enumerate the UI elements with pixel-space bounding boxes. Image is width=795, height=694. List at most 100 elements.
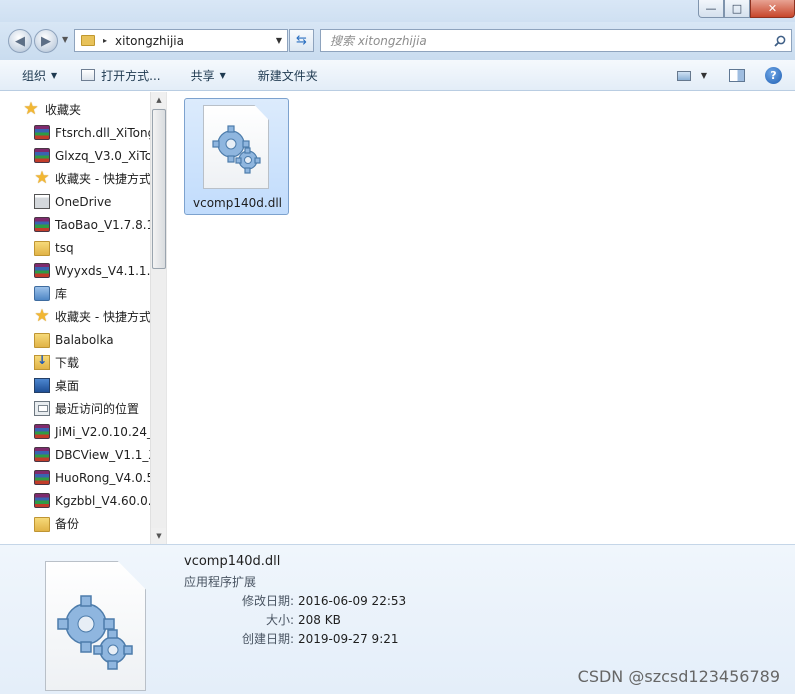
star-icon: ★ [23, 99, 39, 119]
sidebar-item[interactable]: ★ 收藏夹 - 快捷方式 [0, 305, 150, 328]
detail-size-row: 大小: 208 KB [184, 611, 484, 628]
forward-button[interactable]: ▶ [34, 29, 58, 53]
star-icon: ★ [34, 168, 50, 188]
library-icon [34, 286, 50, 301]
breadcrumb-current[interactable]: xitongzhijia [115, 34, 276, 48]
caret-down-icon: ▼ [219, 70, 226, 80]
sidebar-item-label: 收藏夹 - 快捷方式 [55, 310, 150, 324]
file-name-label[interactable]: vcomp140d.dll [185, 196, 290, 210]
detail-modified-label: 修改日期: [241, 594, 294, 608]
application-icon [81, 69, 96, 81]
navigation-bar: ◀ ▶ ▼ ▸ xitongzhijia ▼ ⇆ 搜索 xitongzhijia [0, 22, 795, 60]
organize-button[interactable]: 组织 ▼ [14, 63, 65, 87]
details-pane: vcomp140d.dll 应用程序扩展 修改日期: 2016-06-09 22:… [0, 544, 795, 694]
sidebar-item[interactable]: 备份 [0, 512, 150, 535]
new-folder-label: 新建文件夹 [257, 68, 318, 83]
sidebar-item-label: 库 [55, 287, 68, 301]
detail-modified-value: 2016-06-09 22:53 [298, 594, 407, 608]
file-list-area[interactable]: vcomp140d.dll [166, 92, 795, 544]
sidebar-item[interactable]: Glxzq_V3.0_XiTo [0, 144, 150, 167]
sidebar-item[interactable]: Balabolka [0, 328, 150, 351]
sidebar-item[interactable]: Wyyxds_V4.1.1.1 [0, 259, 150, 282]
maximize-button[interactable]: □ [724, 0, 750, 18]
sidebar-item[interactable]: JiMi_V2.0.10.24_ [0, 420, 150, 443]
caret-down-icon: ▼ [51, 70, 58, 80]
change-view-icon[interactable] [676, 70, 691, 81]
sidebar-item-label: Wyyxds_V4.1.1.1 [55, 263, 150, 278]
winrar-icon [34, 148, 50, 163]
sidebar-item-label: 收藏夹 - 快捷方式 [55, 172, 150, 186]
recent-places-icon [34, 401, 50, 416]
sidebar-item[interactable]: Kgzbbl_V4.60.0.5 [0, 489, 150, 512]
window-controls: — □ ✕ [698, 0, 795, 18]
sidebar-item-partial[interactable] [0, 535, 150, 544]
open-with-label: 打开方式... [101, 68, 161, 83]
winrar-icon [34, 493, 50, 508]
folder-icon [34, 241, 50, 256]
sidebar-item[interactable]: tsq [0, 236, 150, 259]
sidebar-item-label: 桌面 [55, 379, 80, 393]
breadcrumb-separator[interactable]: ▸ [103, 36, 107, 45]
organize-label: 组织 [22, 68, 47, 83]
address-history-dropdown[interactable]: ▼ [276, 36, 282, 45]
sidebar-item[interactable]: 下载 [0, 351, 150, 374]
sidebar-item-label: tsq [55, 240, 74, 255]
detail-file-type: 应用程序扩展 [184, 575, 257, 589]
recent-pages-dropdown[interactable]: ▼ [62, 35, 68, 44]
sidebar-item-label: 收藏夹 [45, 103, 82, 117]
back-button[interactable]: ◀ [8, 29, 32, 53]
sidebar-item-label: Ftsrch.dll_XiTong [55, 125, 150, 140]
scroll-up-arrow-icon[interactable]: ▲ [151, 92, 166, 108]
dll-gear-file-icon [45, 561, 146, 691]
sidebar-item[interactable]: HuoRong_V4.0.5 [0, 466, 150, 489]
sidebar-item-label: DBCView_V1.1_X [55, 447, 150, 462]
sidebar-item[interactable]: 库 [0, 282, 150, 305]
sidebar-item-label: 备份 [55, 517, 80, 531]
open-with-button[interactable]: 打开方式... [73, 63, 168, 87]
refresh-button[interactable]: ⇆ [289, 29, 314, 52]
sidebar-item[interactable]: DBCView_V1.1_X [0, 443, 150, 466]
sidebar-item[interactable]: OneDrive [0, 190, 150, 213]
winrar-icon [34, 125, 50, 140]
view-controls: ▼ ? [676, 60, 795, 91]
address-bar[interactable]: ▸ xitongzhijia ▼ [74, 29, 288, 52]
scrollbar-thumb[interactable] [152, 109, 166, 269]
navigation-pane: ★ 收藏夹 Ftsrch.dll_XiTong Glxzq_V3.0_XiTo ★ 收藏夹… [0, 92, 166, 544]
detail-size-value: 208 KB [298, 613, 341, 627]
title-bar: — □ ✕ [0, 0, 795, 22]
sidebar-item[interactable]: ★ 收藏夹 - 快捷方式 [0, 167, 150, 190]
navigation-scrollbar[interactable]: ▲ ▼ [150, 92, 166, 544]
watermark: CSDN @szcsd123456789 [577, 667, 780, 686]
sidebar-item[interactable]: ★ 收藏夹 [0, 98, 150, 121]
scroll-down-arrow-icon[interactable]: ▼ [151, 528, 166, 544]
onedrive-icon [34, 194, 50, 209]
file-item-selected[interactable]: vcomp140d.dll [184, 98, 289, 215]
winrar-icon [34, 470, 50, 485]
arrow-right-icon: ▶ [41, 33, 51, 49]
sidebar-item[interactable]: TaoBao_V1.7.8.1 [0, 213, 150, 236]
winrar-icon [34, 263, 50, 278]
close-button[interactable]: ✕ [750, 0, 795, 18]
detail-created-value: 2019-09-27 9:21 [298, 632, 399, 646]
minimize-button[interactable]: — [698, 0, 724, 18]
view-options-dropdown[interactable]: ▼ [701, 71, 707, 80]
sidebar-item-label: OneDrive [55, 194, 112, 209]
preview-pane-icon[interactable] [729, 69, 745, 82]
detail-file-name: vcomp140d.dll [184, 554, 281, 569]
navigation-list: ★ 收藏夹 Ftsrch.dll_XiTong Glxzq_V3.0_XiTo ★ 收藏夹… [0, 98, 150, 544]
search-input[interactable]: 搜索 xitongzhijia [321, 32, 769, 49]
winrar-icon [34, 447, 50, 462]
help-icon[interactable]: ? [765, 67, 782, 84]
search-box[interactable]: 搜索 xitongzhijia [320, 29, 792, 52]
detail-created-row: 创建日期: 2019-09-27 9:21 [184, 630, 484, 647]
search-icon[interactable] [769, 35, 791, 47]
command-bar: 组织 ▼ 打开方式... 共享 ▼ 新建文件夹 ▼ ? [0, 60, 795, 91]
sidebar-item[interactable]: Ftsrch.dll_XiTong [0, 121, 150, 144]
download-folder-icon [34, 353, 50, 370]
new-folder-button[interactable]: 新建文件夹 [250, 63, 326, 87]
winrar-icon [34, 217, 50, 232]
sidebar-item-label: 下载 [55, 356, 80, 370]
share-button[interactable]: 共享 ▼ [183, 63, 234, 87]
sidebar-item[interactable]: 最近访问的位置 [0, 397, 150, 420]
sidebar-item[interactable]: 桌面 [0, 374, 150, 397]
